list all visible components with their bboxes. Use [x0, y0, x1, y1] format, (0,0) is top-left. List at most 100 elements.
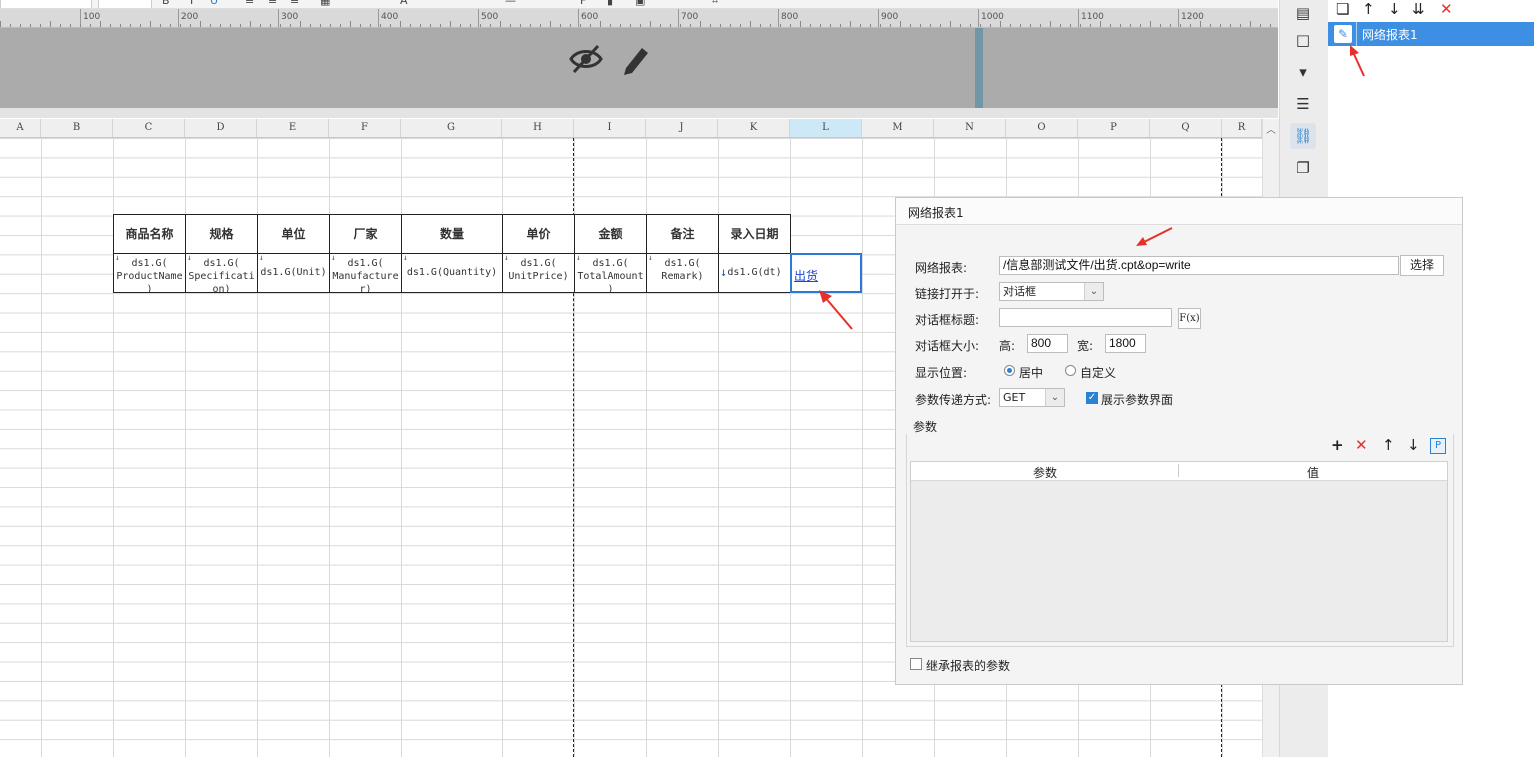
shipment-link[interactable]: 出货	[794, 267, 818, 284]
ruler-minor-tick	[1080, 24, 1081, 27]
dialog-title-input[interactable]	[999, 308, 1172, 327]
insert-icon[interactable]: —	[505, 0, 516, 7]
align-center-icon[interactable]: ≡	[268, 0, 277, 7]
data-cell[interactable]: ↓ ds1.G(Manufacture r)	[329, 253, 402, 293]
column-header-k[interactable]: K	[718, 119, 790, 137]
column-header-l[interactable]: L	[790, 119, 862, 137]
font-select[interactable]	[98, 0, 152, 8]
add-param-icon[interactable]: +	[1331, 437, 1344, 453]
header-cell[interactable]: 单位	[257, 214, 330, 254]
column-header-bar: ABCDEFGHIJKLMNOPQR	[0, 119, 1262, 138]
width-input[interactable]: 1800	[1105, 334, 1146, 353]
cell-attribute-icon[interactable]: ▤	[1290, 0, 1316, 26]
height-input[interactable]: 800	[1027, 334, 1068, 353]
align-left-icon[interactable]: ≡	[245, 0, 254, 7]
choose-button[interactable]: 选择	[1400, 255, 1444, 276]
formula-button[interactable]: F(x)	[1178, 308, 1201, 329]
radio-custom[interactable]	[1065, 365, 1076, 376]
hyperlink-cell[interactable]: 出货	[790, 253, 862, 293]
cell-element-icon[interactable]: □	[1290, 27, 1316, 53]
column-header-q[interactable]: Q	[1150, 119, 1222, 137]
crop-icon[interactable]: ⌗	[712, 0, 718, 8]
column-header-n[interactable]: N	[934, 119, 1006, 137]
font-color-icon[interactable]: A	[400, 0, 408, 7]
ruler-minor-tick	[590, 24, 591, 27]
column-header-o[interactable]: O	[1006, 119, 1078, 137]
align-right-icon[interactable]: ≡	[290, 0, 299, 7]
column-header-p[interactable]: P	[1078, 119, 1150, 137]
data-cell[interactable]: ↓ ds1.G(Quantity)	[401, 253, 503, 293]
ruler-minor-tick	[340, 24, 341, 27]
chevron-up-icon[interactable]: ︿	[1266, 121, 1276, 136]
ruler-minor-tick	[1180, 24, 1181, 27]
bold-icon[interactable]: B	[162, 0, 170, 7]
column-header-b[interactable]: B	[41, 119, 113, 137]
arrow-down-icon[interactable]: ↓	[1388, 0, 1401, 18]
data-cell[interactable]: ↓ ds1.G(TotalAmount)	[574, 253, 647, 293]
column-header-a[interactable]: A	[0, 119, 41, 137]
open-in-select[interactable]: 对话框 ⌄	[999, 282, 1104, 301]
inherit-param-checkbox[interactable]	[910, 658, 922, 670]
data-cell[interactable]: ↓ ds1.G(Unit)	[257, 253, 330, 293]
header-cell[interactable]: 商品名称	[113, 214, 186, 254]
show-param-label: 展示参数界面	[1101, 393, 1174, 407]
arrow-up-icon[interactable]: ↑	[1362, 0, 1375, 18]
ruler-minor-tick	[990, 24, 991, 27]
column-header-m[interactable]: M	[862, 119, 934, 137]
param-method-select[interactable]: GET ⌄	[999, 388, 1065, 407]
border-icon[interactable]: ▦	[320, 0, 330, 7]
hyperlink-item[interactable]: ✎ 网络报表1	[1328, 22, 1534, 46]
params-table[interactable]: 参数 值	[910, 461, 1448, 642]
header-cell[interactable]: 金额	[574, 214, 647, 254]
condition-icon[interactable]: ☰	[1290, 91, 1316, 117]
pencil-icon[interactable]	[620, 42, 652, 76]
column-header-d[interactable]: D	[185, 119, 257, 137]
chart-icon[interactable]: ▮	[607, 0, 613, 7]
ruler-minor-tick	[880, 24, 881, 27]
data-cell[interactable]: ↓ ds1.G(UnitPrice)	[502, 253, 575, 293]
header-cell[interactable]: 规格	[185, 214, 258, 254]
column-header-g[interactable]: G	[401, 119, 502, 137]
move-up-icon[interactable]: ↑	[1382, 437, 1395, 453]
data-cell[interactable]: ↓ ds1.G(dt)	[718, 253, 791, 293]
header-cell[interactable]: 数量	[401, 214, 503, 254]
column-header-h[interactable]: H	[502, 119, 574, 137]
widget-icon[interactable]: ▾	[1290, 59, 1316, 85]
ruler-minor-tick	[1230, 24, 1231, 27]
header-cell[interactable]: 厂家	[329, 214, 402, 254]
data-cell[interactable]: ↓ ds1.G(Specificati on)	[185, 253, 258, 293]
sort-icon[interactable]: ⇊	[1412, 0, 1425, 18]
copy-icon[interactable]: ❐	[1290, 155, 1316, 181]
header-cell[interactable]: 录入日期	[718, 214, 791, 254]
ruler-minor-tick	[930, 24, 931, 27]
eye-slash-icon[interactable]	[568, 43, 604, 75]
ruler-minor-tick	[470, 24, 471, 27]
delete-param-icon[interactable]: ✕	[1355, 437, 1368, 453]
italic-icon[interactable]: I	[190, 0, 193, 7]
delete-icon[interactable]: ✕	[1440, 0, 1453, 18]
image-icon[interactable]: ▣	[635, 0, 645, 7]
add-file-icon[interactable]: ❏	[1336, 0, 1349, 18]
column-header-r[interactable]: R	[1222, 119, 1262, 137]
column-header-e[interactable]: E	[257, 119, 329, 137]
param-p-icon[interactable]: P	[1430, 438, 1446, 454]
hyperlink-icon[interactable]: ⛓	[1290, 123, 1316, 149]
underline-icon[interactable]: U	[210, 0, 218, 7]
ruler-minor-tick	[600, 21, 601, 27]
column-header-i[interactable]: I	[574, 119, 646, 137]
radio-center[interactable]	[1004, 365, 1015, 376]
font-size-select[interactable]	[0, 0, 92, 8]
report-path-input[interactable]: /信息部测试文件/出货.cpt&op=write	[999, 256, 1399, 275]
column-header-f[interactable]: F	[329, 119, 401, 137]
data-cell[interactable]: ↓ ds1.G(ProductName)	[113, 253, 186, 293]
ruler-tick	[978, 9, 979, 27]
header-cell[interactable]: 单价	[502, 214, 575, 254]
move-down-icon[interactable]: ↓	[1407, 437, 1420, 453]
column-header-j[interactable]: J	[646, 119, 718, 137]
column-header-c[interactable]: C	[113, 119, 185, 137]
header-cell[interactable]: 备注	[646, 214, 719, 254]
data-cell[interactable]: ↓ ds1.G(Remark)	[646, 253, 719, 293]
show-param-checkbox[interactable]: ✓	[1086, 392, 1098, 404]
formula-icon[interactable]: F	[580, 0, 586, 7]
web-report-dialog: 网络报表1 网络报表: /信息部测试文件/出货.cpt&op=write 选择 …	[895, 197, 1463, 685]
